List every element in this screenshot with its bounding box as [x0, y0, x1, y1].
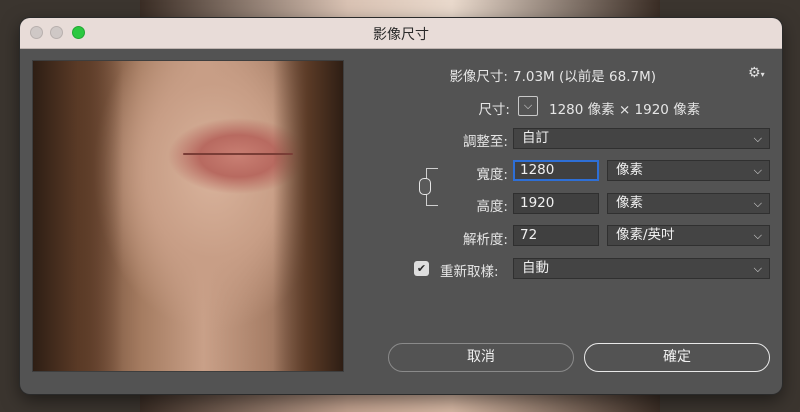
- fit-to-label: 調整至:: [462, 134, 508, 150]
- fit-to-value: 自訂: [522, 130, 549, 146]
- resolution-input[interactable]: 72: [513, 225, 599, 246]
- link-chain-icon[interactable]: [419, 178, 431, 195]
- resolution-unit-value: 像素/英吋: [616, 227, 675, 243]
- width-unit-select[interactable]: 像素 ⌵: [607, 160, 770, 181]
- chevron-down-icon: ⌵: [753, 197, 762, 210]
- chevron-down-icon: ⌵: [753, 132, 762, 145]
- dimensions-label: 尺寸:: [478, 102, 510, 118]
- resolution-unit-select[interactable]: 像素/英吋 ⌵: [607, 225, 770, 246]
- fit-to-select[interactable]: 自訂 ⌵: [513, 128, 770, 149]
- resolution-label: 解析度:: [462, 232, 508, 248]
- preview-hair-left: [33, 61, 123, 371]
- resample-value: 自動: [522, 260, 549, 276]
- preview-lips: [183, 153, 293, 155]
- preview-hair-right: [273, 61, 343, 371]
- height-unit-select[interactable]: 像素 ⌵: [607, 193, 770, 214]
- image-preview[interactable]: [32, 60, 344, 372]
- height-label: 高度:: [476, 199, 508, 215]
- resample-checkbox[interactable]: ✔: [414, 261, 429, 276]
- image-size-dialog: 影像尺寸 影像尺寸: 7.03M (以前是 68.7M) ⚙▾ 尺寸: ⌵ 12…: [20, 18, 782, 394]
- ok-button[interactable]: 確定: [584, 343, 770, 372]
- image-size-value: 7.03M (以前是 68.7M): [513, 69, 657, 85]
- width-unit-value: 像素: [616, 162, 643, 178]
- chevron-down-icon: ⌵: [753, 262, 762, 275]
- height-unit-value: 像素: [616, 195, 643, 211]
- width-label: 寬度:: [476, 167, 508, 183]
- dimensions-value: 1280 像素 × 1920 像素: [549, 102, 701, 118]
- title-bar: 影像尺寸: [20, 18, 782, 49]
- gear-icon[interactable]: ⚙▾: [748, 65, 765, 81]
- chevron-down-icon: ⌵: [753, 164, 762, 177]
- image-size-label: 影像尺寸:: [449, 69, 508, 85]
- resample-label: 重新取樣:: [440, 264, 499, 280]
- height-input[interactable]: 1920: [513, 193, 599, 214]
- dimensions-unit-chevron-icon[interactable]: ⌵: [518, 96, 538, 116]
- resample-select[interactable]: 自動 ⌵: [513, 258, 770, 279]
- cancel-button[interactable]: 取消: [388, 343, 574, 372]
- window-title: 影像尺寸: [373, 27, 429, 43]
- chevron-down-icon: ⌵: [753, 229, 762, 242]
- width-input[interactable]: 1280: [513, 160, 599, 181]
